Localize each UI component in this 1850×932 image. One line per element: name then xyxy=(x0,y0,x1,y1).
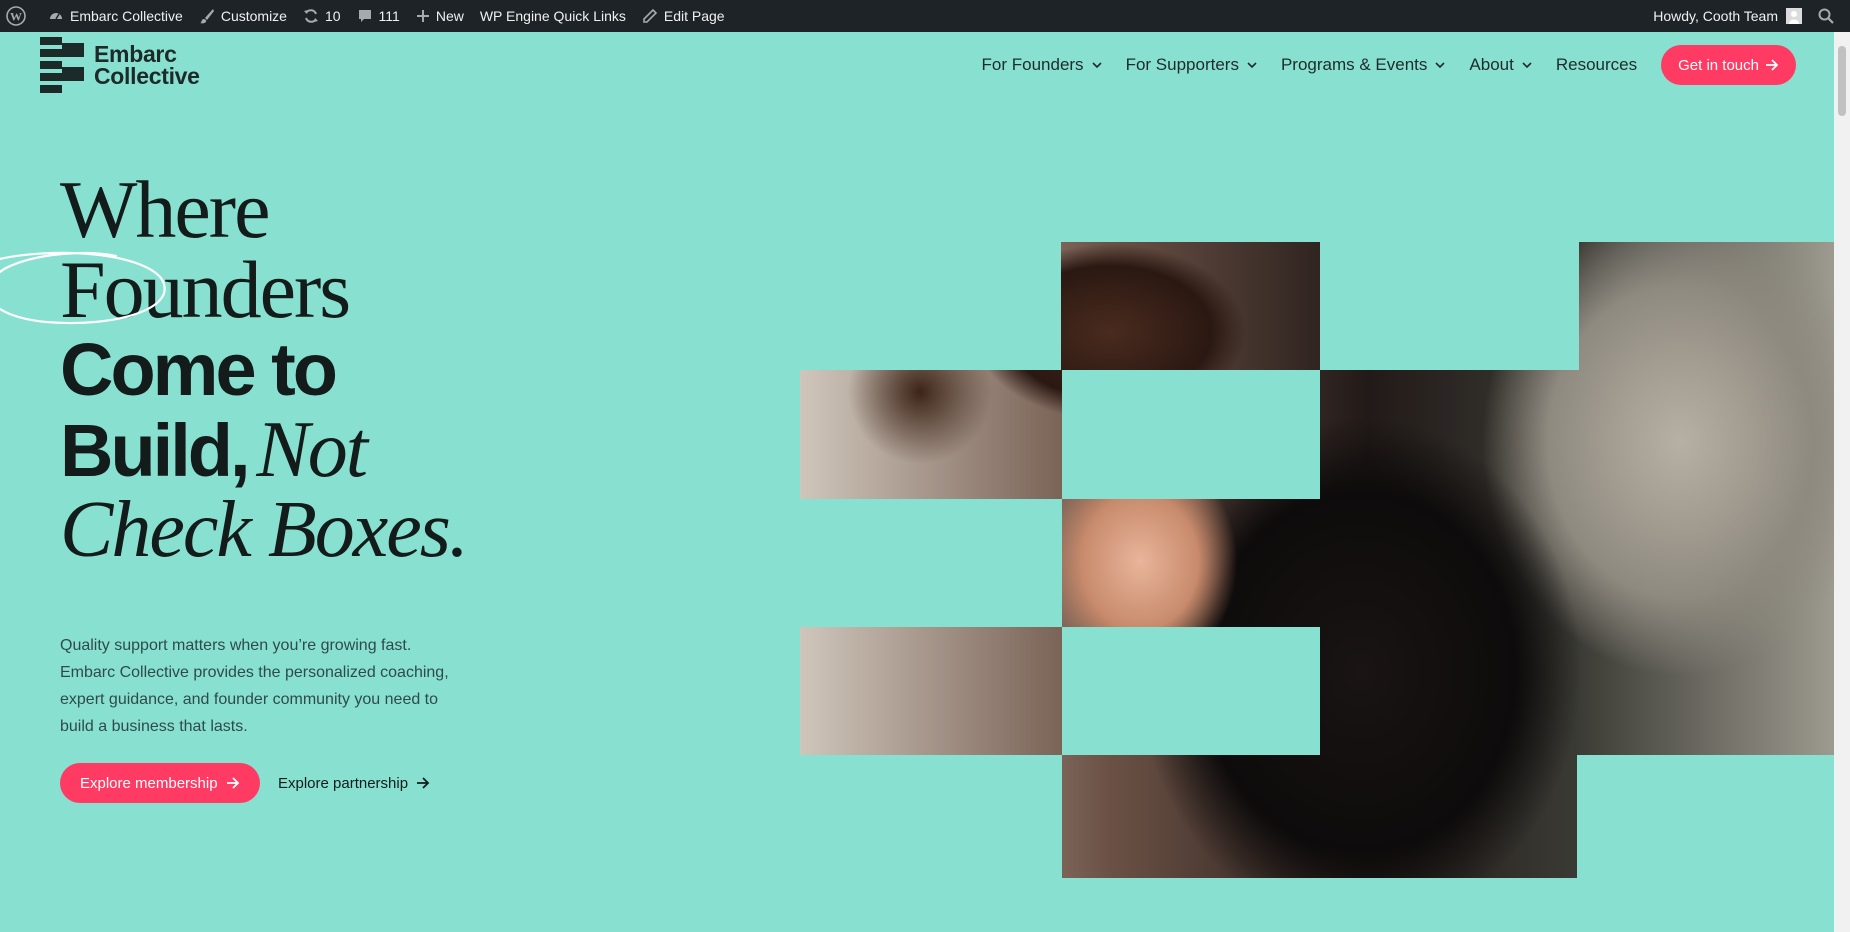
dashboard-icon xyxy=(50,13,62,20)
edit-page-label: Edit Page xyxy=(663,8,725,24)
main-navigation: For Founders For Supporters Programs & E… xyxy=(982,45,1796,85)
pencil-icon xyxy=(643,8,658,23)
chevron-down-icon xyxy=(1247,62,1257,68)
mosaic-gap xyxy=(1062,627,1320,755)
logo-wordmark: Embarc Collective xyxy=(94,41,200,89)
site-name-link[interactable]: Embarc Collective xyxy=(40,0,191,32)
customize-label: Customize xyxy=(220,8,287,24)
explore-membership-button[interactable]: Explore membership xyxy=(60,763,260,803)
scrollbar-thumb[interactable] xyxy=(1838,46,1846,116)
avatar xyxy=(1786,8,1802,24)
wp-engine-quick-links[interactable]: WP Engine Quick Links xyxy=(472,0,634,32)
embarc-logo-icon xyxy=(40,37,84,93)
howdy-label: Howdy, Cooth Team xyxy=(1653,8,1778,24)
svg-text:W: W xyxy=(10,10,22,24)
logo-line-1: Embarc xyxy=(94,41,177,67)
link-label: Explore partnership xyxy=(278,774,409,792)
chevron-down-icon xyxy=(1435,62,1445,68)
nav-label: About xyxy=(1469,55,1514,74)
wp-admin-bar: W Embarc Collective Customize 10 111 New… xyxy=(0,0,1850,32)
site-logo[interactable]: Embarc Collective xyxy=(40,37,200,93)
hero-line-5: Check Boxes. xyxy=(60,486,469,574)
adminbar-search-icon[interactable] xyxy=(1810,0,1850,32)
arrow-right-icon xyxy=(1766,59,1779,71)
nav-programs-events[interactable]: Programs & Events xyxy=(1281,55,1445,75)
comments-count: 111 xyxy=(378,8,400,24)
mosaic-gap xyxy=(800,755,1062,878)
nav-resources[interactable]: Resources xyxy=(1556,55,1637,75)
hero-heading: Where Founders Come to Build, Not Check … xyxy=(60,169,469,574)
quick-links-label: WP Engine Quick Links xyxy=(479,8,626,24)
plus-icon xyxy=(416,10,429,22)
site-name-label: Embarc Collective xyxy=(70,8,183,24)
get-in-touch-button[interactable]: Get in touch xyxy=(1661,45,1796,85)
nav-label: For Founders xyxy=(981,55,1084,74)
new-label: New xyxy=(435,8,464,24)
hero-subtitle: Quality support matters when you’re grow… xyxy=(60,637,449,735)
wordpress-logo-icon[interactable]: W xyxy=(0,0,40,32)
chevron-down-icon xyxy=(1091,62,1102,68)
cta-label: Get in touch xyxy=(1678,56,1759,74)
hand-drawn-circle-icon xyxy=(0,251,166,325)
chevron-down-icon xyxy=(1522,62,1532,68)
nav-for-founders[interactable]: For Founders xyxy=(982,55,1102,75)
refresh-icon xyxy=(303,9,318,23)
nav-label: Programs & Events xyxy=(1280,55,1428,74)
account-menu[interactable]: Howdy, Cooth Team xyxy=(1645,0,1810,32)
mosaic-gap xyxy=(1577,755,1834,878)
brush-icon xyxy=(199,9,214,24)
hero-not-word: Not xyxy=(256,406,368,494)
site-header: Embarc Collective For Founders For Suppo… xyxy=(0,32,1834,98)
customize-link[interactable]: Customize xyxy=(191,0,295,32)
nav-label: Resources xyxy=(1555,55,1638,74)
comments-link[interactable]: 111 xyxy=(349,0,408,32)
mosaic-gap xyxy=(800,499,1062,627)
comment-icon xyxy=(358,10,371,22)
arrow-right-icon xyxy=(417,777,430,789)
hero-line-3: Come to xyxy=(60,328,338,411)
mosaic-gap xyxy=(1320,242,1579,370)
edit-page-link[interactable]: Edit Page xyxy=(634,0,733,32)
updates-link[interactable]: 10 xyxy=(295,0,349,32)
mosaic-gap xyxy=(800,242,1061,370)
button-label: Explore membership xyxy=(80,774,218,792)
nav-about[interactable]: About xyxy=(1469,55,1532,75)
hero-photo-mosaic xyxy=(800,242,1834,878)
hero-line-4: Build, Not xyxy=(60,409,467,492)
hero-build-word: Build, xyxy=(60,409,251,492)
nav-label: For Supporters xyxy=(1125,55,1239,74)
page-scrollbar[interactable] xyxy=(1834,32,1850,932)
new-content-link[interactable]: New xyxy=(408,0,472,32)
mosaic-gap xyxy=(1062,370,1320,499)
arrow-right-icon xyxy=(226,777,239,789)
logo-line-2: Collective xyxy=(94,63,200,89)
nav-for-supporters[interactable]: For Supporters xyxy=(1126,55,1257,75)
explore-partnership-link[interactable]: Explore partnership xyxy=(278,763,430,803)
updates-count: 10 xyxy=(324,8,341,24)
